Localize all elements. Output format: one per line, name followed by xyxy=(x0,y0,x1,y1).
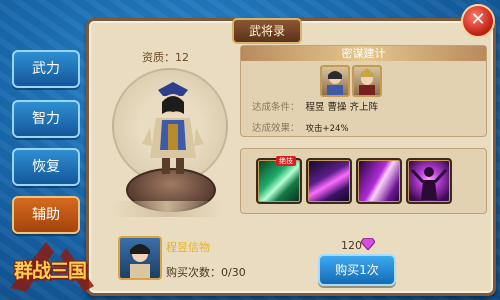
item-icon[interactable] xyxy=(118,236,162,280)
strategy-header: 密谋建计 xyxy=(241,46,486,61)
item-name: 程昱信物 xyxy=(166,241,210,254)
character-figure xyxy=(142,82,204,174)
name-plate xyxy=(112,201,222,217)
tab-strength[interactable]: 武力 xyxy=(12,50,80,88)
effect-label: 达成效果： xyxy=(252,123,300,134)
portrait-chengyu[interactable] xyxy=(320,65,350,97)
skill-icon-2[interactable] xyxy=(306,158,352,204)
condition-label: 达成条件： xyxy=(252,102,300,113)
skill-icon-3[interactable] xyxy=(356,158,402,204)
price-value: 120 xyxy=(341,239,362,252)
character-display xyxy=(112,62,228,212)
purchase-count: 购买次数：0/30 xyxy=(166,266,246,279)
game-logo-text: 群战三国 xyxy=(14,260,87,282)
close-button[interactable]: ✕ xyxy=(461,4,495,38)
ultimate-badge: 绝技 xyxy=(276,156,296,166)
effect-value: 攻击+24% xyxy=(305,124,349,134)
tab-recovery[interactable]: 恢复 xyxy=(12,148,80,186)
skill-icon-4[interactable] xyxy=(406,158,452,204)
gem-icon xyxy=(361,238,375,250)
effect-row: 达成效果： 攻击+24% xyxy=(252,120,349,134)
panel-title: 武将录 xyxy=(232,18,302,44)
condition-value: 程昱 曹操 齐上阵 xyxy=(305,102,379,113)
tab-intelligence[interactable]: 智力 xyxy=(12,100,80,138)
portrait-caocao[interactable] xyxy=(352,65,382,97)
tab-support[interactable]: 辅助 xyxy=(12,196,80,234)
buy-once-button[interactable]: 购买1次 xyxy=(318,254,396,286)
condition-row: 达成条件： 程昱 曹操 齐上阵 xyxy=(252,99,378,113)
